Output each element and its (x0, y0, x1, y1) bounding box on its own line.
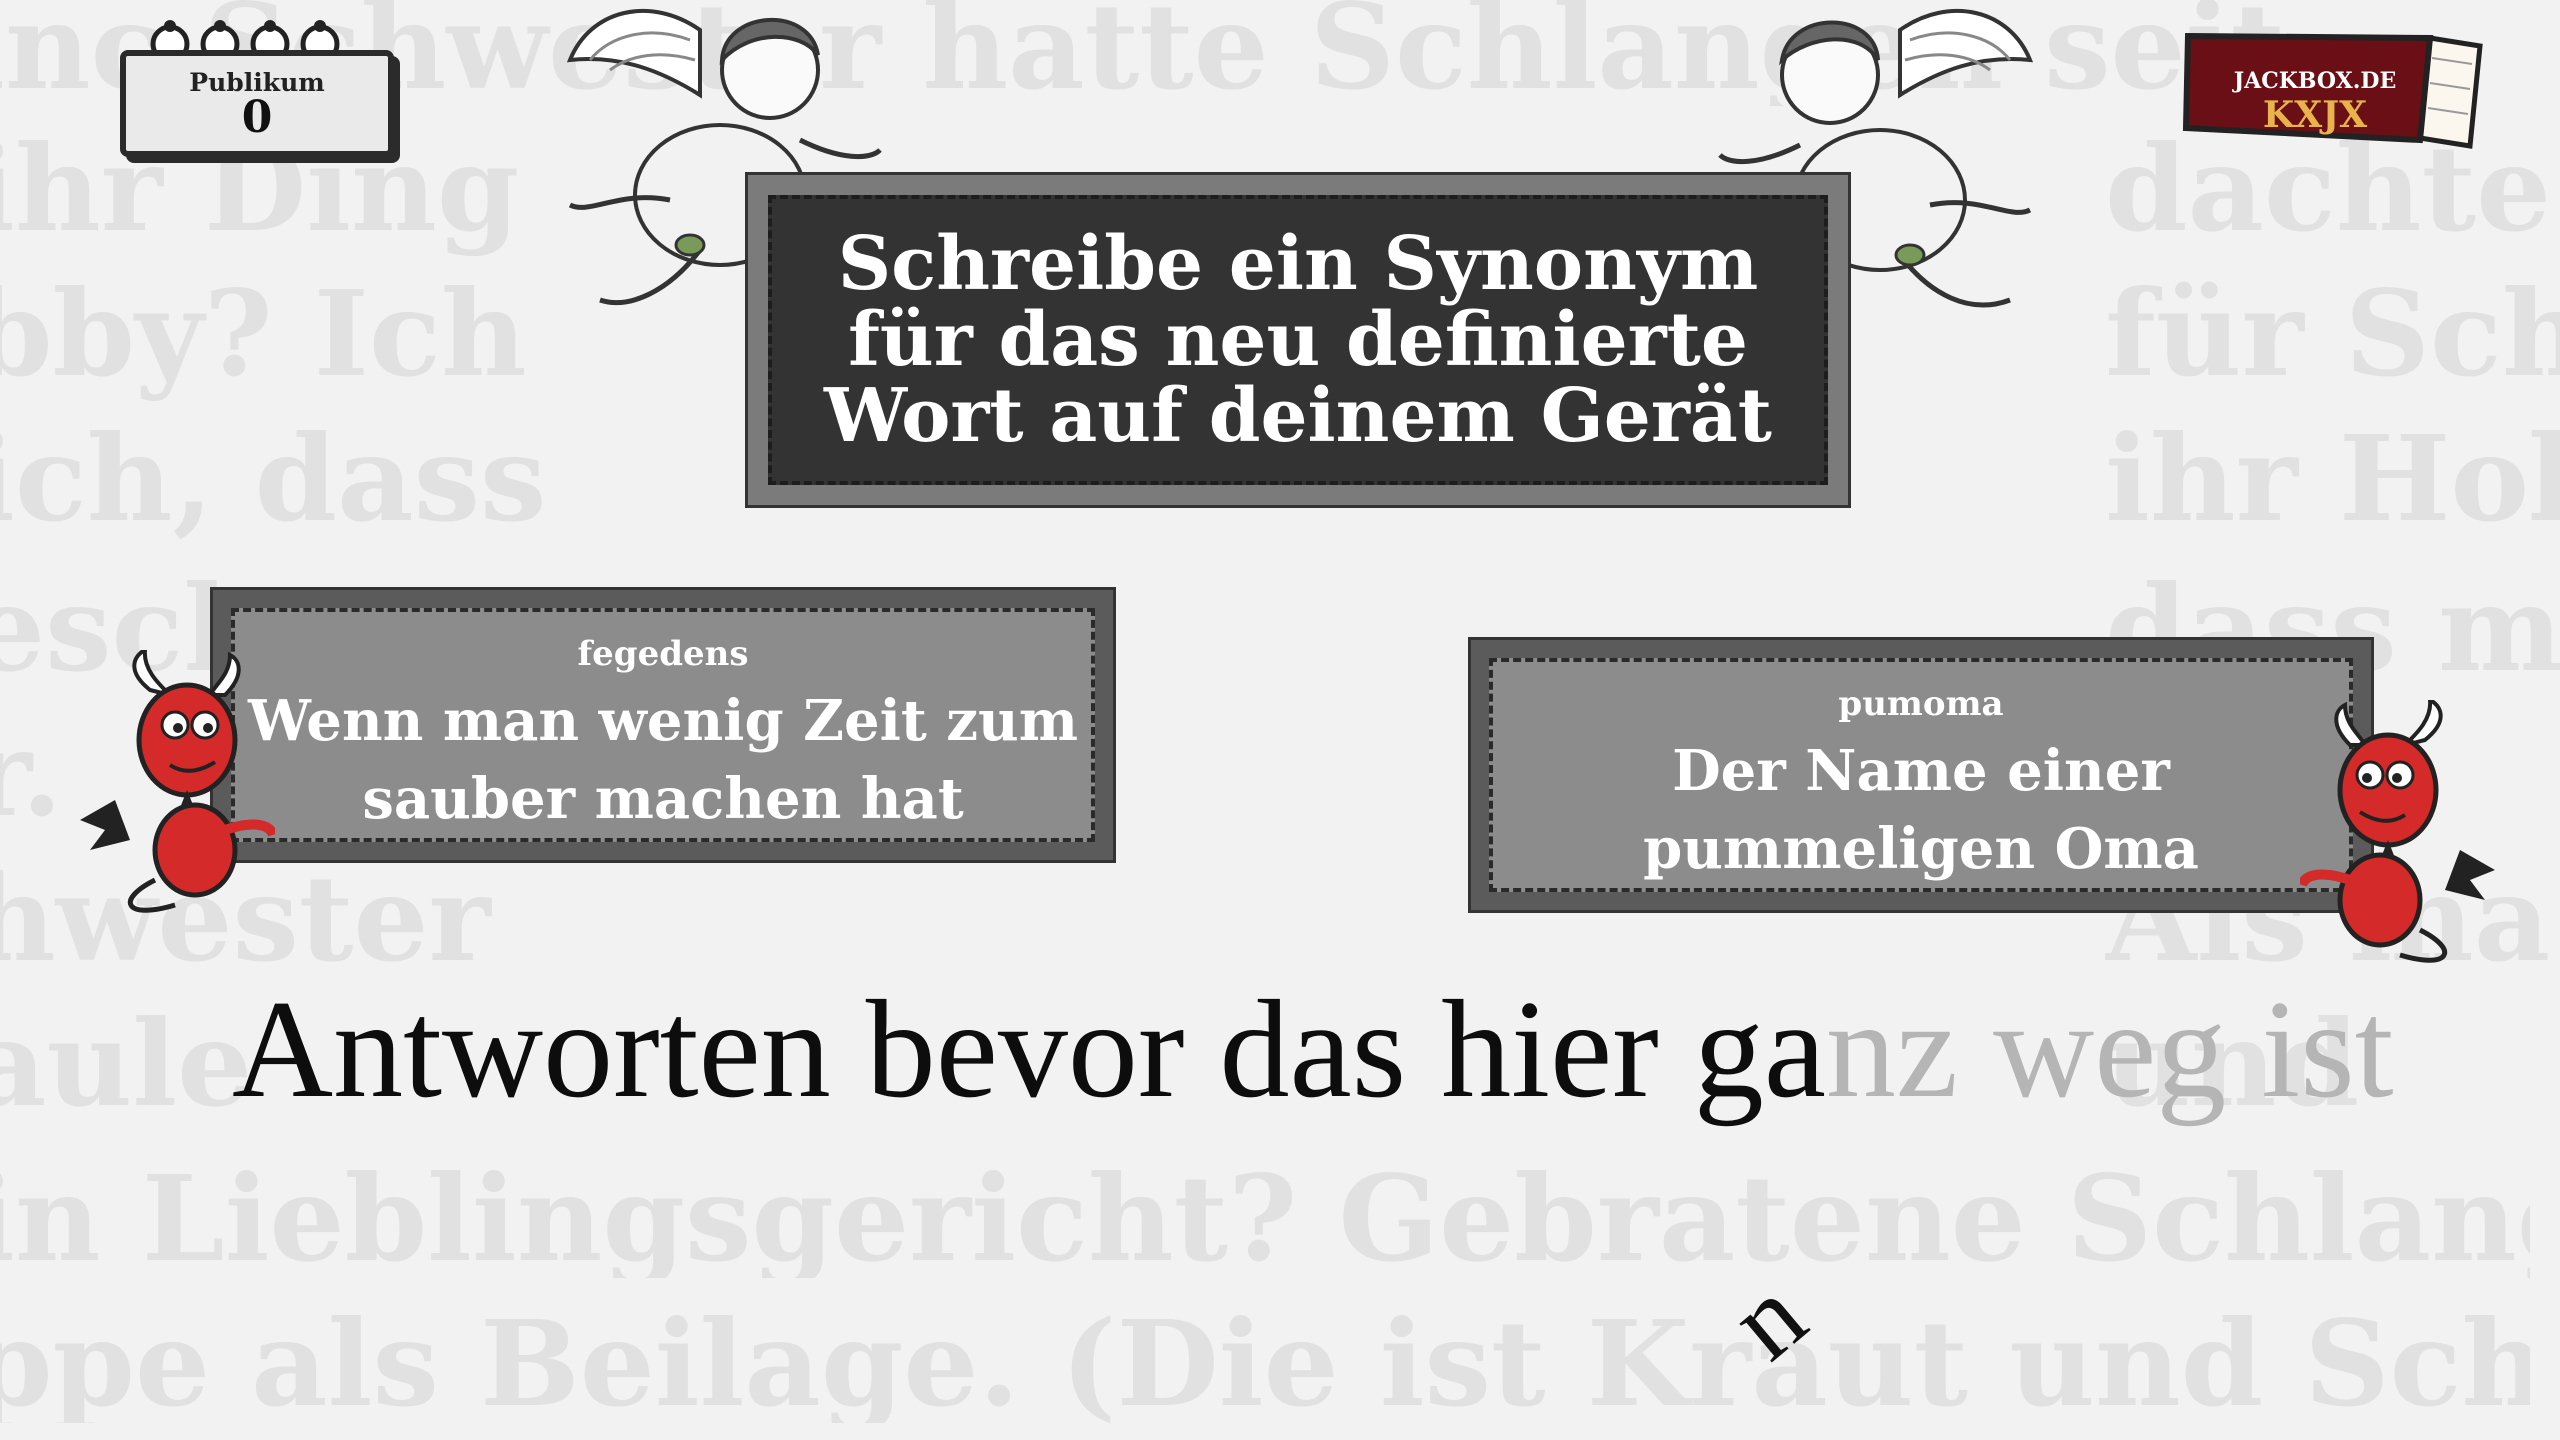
definition-card: fegedens Wenn man wenig Zeit zum sauber … (210, 587, 1116, 863)
room-site: JACKBOX.DE (2233, 68, 2397, 94)
audience-counter: Publikum 0 (120, 50, 394, 157)
background-text-line: r. (0, 704, 63, 843)
timer-typed-text: Antworten bevor das hier ga (232, 972, 1826, 1127)
card-word: fegedens (577, 634, 749, 674)
timer-sentence: Antworten bevor das hier ganz weg ist (232, 980, 2394, 1120)
devil-left-icon (75, 650, 275, 920)
background-text-line: aule (0, 994, 253, 1133)
timer-remaining-text: nz weg ist (1825, 972, 2394, 1127)
background-text-line: ihr Hob (2105, 420, 2560, 538)
audience-count: 0 (241, 92, 273, 143)
background-text-line: für Sch (2105, 275, 2560, 393)
room-code-book: JACKBOX.DE KXJX (2180, 28, 2490, 158)
definition-card-frame: pumoma Der Name einer pummeligen Oma (1489, 658, 2353, 892)
background-text-line: ich, dass (0, 409, 547, 548)
prompt-panel: Schreibe ein Synonym für das neu definie… (745, 172, 1851, 508)
background-text-line: bby? Ich (0, 264, 527, 403)
background-text-line: in Lieblingsgericht? Gebratene Schlangen (0, 1160, 2530, 1278)
room-code: KXJX (2262, 94, 2368, 136)
devil-right-icon (2300, 700, 2500, 970)
background-text-line: ppe als Beilage. (Die ist Kraut und Schl… (0, 1305, 2530, 1423)
prompt-text: Schreibe ein Synonym für das neu definie… (824, 221, 1772, 459)
definition-card-frame: fegedens Wenn man wenig Zeit zum sauber … (231, 608, 1095, 842)
prompt-frame: Schreibe ein Synonym für das neu definie… (768, 195, 1828, 485)
card-definition: Der Name einer pummeligen Oma (1643, 738, 2199, 882)
definition-card: pumoma Der Name einer pummeligen Oma (1468, 637, 2374, 913)
card-word: pumoma (1838, 684, 2004, 724)
card-definition: Wenn man wenig Zeit zum sauber machen ha… (247, 688, 1079, 832)
